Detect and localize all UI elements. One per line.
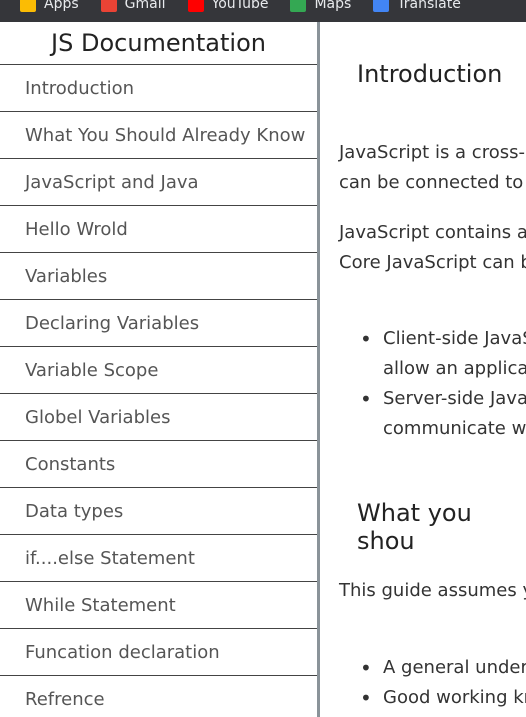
section-heading-introduction: Introduction	[357, 60, 503, 88]
nav-link-globel-variables[interactable]: Globel Variables	[0, 394, 317, 441]
prereq-bullet-list: A general unders Good working kn	[360, 653, 526, 713]
translate-icon	[373, 0, 390, 12]
list-item: A general unders	[360, 653, 526, 683]
youtube-icon	[187, 0, 204, 12]
nav-link-refrence[interactable]: Refrence	[0, 676, 317, 717]
nav-link-while-statement[interactable]: While Statement	[0, 582, 317, 629]
nav-link-data-types[interactable]: Data types	[0, 488, 317, 535]
list-item: Client-side JavaS allow an applicat	[360, 324, 526, 384]
bookmark-gmail[interactable]: Gmail	[100, 0, 166, 12]
intro-bullet-list: Client-side JavaS allow an applicat Serv…	[360, 324, 526, 444]
nav-link-if-else-statement[interactable]: if....else Statement	[0, 535, 317, 582]
nav-link-variable-scope[interactable]: Variable Scope	[0, 347, 317, 394]
list-item: Server-side JavaS communicate wi	[360, 384, 526, 444]
bookmarks-bar: Apps Gmail YouTube Maps Translate	[0, 0, 526, 22]
intro-paragraph-2: JavaScript contains a Core JavaScript ca…	[339, 222, 526, 273]
bookmark-label: Translate	[397, 0, 461, 12]
intro-paragraph-1: JavaScript is a cross-p can be connected…	[339, 142, 526, 193]
nav-link-variables[interactable]: Variables	[0, 253, 317, 300]
prereq-paragraph: This guide assumes y	[339, 580, 526, 601]
gmail-icon	[100, 0, 117, 12]
bookmark-label: Maps	[314, 0, 352, 12]
bookmark-label: Apps	[44, 0, 79, 12]
main-content: Introduction JavaScript is a cross-p can…	[320, 22, 526, 717]
list-item: Good working kn	[360, 683, 526, 713]
section-heading-what-you-should-know: What you shou	[357, 499, 472, 555]
nav-link-constants[interactable]: Constants	[0, 441, 317, 488]
nav-link-funcation-declaration[interactable]: Funcation declaration	[0, 629, 317, 676]
maps-icon	[290, 0, 307, 12]
nav-link-introduction[interactable]: Introduction	[0, 65, 317, 112]
nav-link-what-you-should-already-know[interactable]: What You Should Already Know	[0, 112, 317, 159]
nav-list: Introduction What You Should Already Know…	[0, 65, 317, 717]
bookmark-apps[interactable]: Apps	[20, 0, 79, 12]
bookmark-translate[interactable]: Translate	[373, 0, 461, 12]
bookmark-youtube[interactable]: YouTube	[187, 0, 269, 12]
nav-link-declaring-variables[interactable]: Declaring Variables	[0, 300, 317, 347]
bookmark-label: Gmail	[124, 0, 166, 12]
sidebar-nav: JS Documentation Introduction What You Sh…	[0, 22, 320, 717]
nav-title: JS Documentation	[0, 22, 317, 65]
nav-link-javascript-and-java[interactable]: JavaScript and Java	[0, 159, 317, 206]
bookmark-label: YouTube	[211, 0, 269, 12]
apps-grid-icon	[20, 0, 36, 12]
bookmark-maps[interactable]: Maps	[290, 0, 351, 12]
nav-link-hello-wrold[interactable]: Hello Wrold	[0, 206, 317, 253]
